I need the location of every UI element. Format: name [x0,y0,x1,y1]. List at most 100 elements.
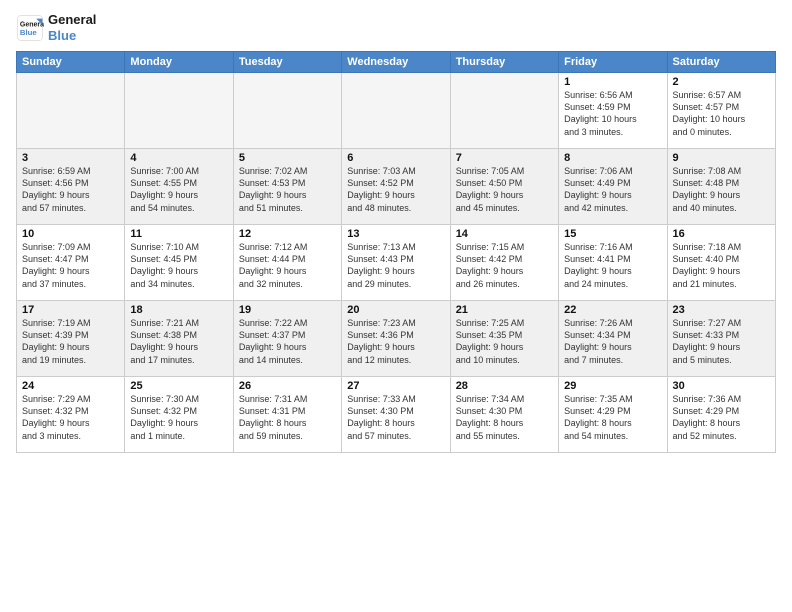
day-info: Sunrise: 6:59 AM Sunset: 4:56 PM Dayligh… [22,165,119,214]
calendar-day-cell: 22Sunrise: 7:26 AM Sunset: 4:34 PM Dayli… [559,301,667,377]
calendar-day-cell: 9Sunrise: 7:08 AM Sunset: 4:48 PM Daylig… [667,149,775,225]
calendar-day-cell [125,73,233,149]
day-info: Sunrise: 6:56 AM Sunset: 4:59 PM Dayligh… [564,89,661,138]
calendar-week-row: 3Sunrise: 6:59 AM Sunset: 4:56 PM Daylig… [17,149,776,225]
logo-icon: General Blue [16,14,44,42]
day-header-saturday: Saturday [667,52,775,73]
calendar-day-cell: 1Sunrise: 6:56 AM Sunset: 4:59 PM Daylig… [559,73,667,149]
page: General Blue General Blue SundayMondayTu… [0,0,792,612]
day-info: Sunrise: 7:36 AM Sunset: 4:29 PM Dayligh… [673,393,770,442]
day-number: 2 [673,76,770,88]
calendar-day-cell: 26Sunrise: 7:31 AM Sunset: 4:31 PM Dayli… [233,377,341,453]
calendar-day-cell: 13Sunrise: 7:13 AM Sunset: 4:43 PM Dayli… [342,225,450,301]
day-header-wednesday: Wednesday [342,52,450,73]
day-number: 9 [673,152,770,164]
day-info: Sunrise: 7:00 AM Sunset: 4:55 PM Dayligh… [130,165,227,214]
day-info: Sunrise: 7:06 AM Sunset: 4:49 PM Dayligh… [564,165,661,214]
day-number: 1 [564,76,661,88]
day-number: 28 [456,380,553,392]
header: General Blue General Blue [16,12,776,43]
calendar-day-cell: 20Sunrise: 7:23 AM Sunset: 4:36 PM Dayli… [342,301,450,377]
day-number: 20 [347,304,444,316]
calendar-day-cell: 7Sunrise: 7:05 AM Sunset: 4:50 PM Daylig… [450,149,558,225]
day-number: 21 [456,304,553,316]
day-number: 24 [22,380,119,392]
calendar-day-cell [342,73,450,149]
day-info: Sunrise: 7:15 AM Sunset: 4:42 PM Dayligh… [456,241,553,290]
calendar-day-cell: 18Sunrise: 7:21 AM Sunset: 4:38 PM Dayli… [125,301,233,377]
calendar-day-cell: 24Sunrise: 7:29 AM Sunset: 4:32 PM Dayli… [17,377,125,453]
calendar-day-cell: 17Sunrise: 7:19 AM Sunset: 4:39 PM Dayli… [17,301,125,377]
calendar-day-cell: 8Sunrise: 7:06 AM Sunset: 4:49 PM Daylig… [559,149,667,225]
calendar-day-cell: 4Sunrise: 7:00 AM Sunset: 4:55 PM Daylig… [125,149,233,225]
calendar-week-row: 10Sunrise: 7:09 AM Sunset: 4:47 PM Dayli… [17,225,776,301]
day-header-tuesday: Tuesday [233,52,341,73]
day-number: 11 [130,228,227,240]
day-info: Sunrise: 7:23 AM Sunset: 4:36 PM Dayligh… [347,317,444,366]
day-header-friday: Friday [559,52,667,73]
day-info: Sunrise: 7:35 AM Sunset: 4:29 PM Dayligh… [564,393,661,442]
calendar-day-cell: 6Sunrise: 7:03 AM Sunset: 4:52 PM Daylig… [342,149,450,225]
day-number: 10 [22,228,119,240]
day-info: Sunrise: 7:08 AM Sunset: 4:48 PM Dayligh… [673,165,770,214]
day-header-sunday: Sunday [17,52,125,73]
day-number: 25 [130,380,227,392]
calendar-day-cell: 25Sunrise: 7:30 AM Sunset: 4:32 PM Dayli… [125,377,233,453]
calendar-day-cell: 29Sunrise: 7:35 AM Sunset: 4:29 PM Dayli… [559,377,667,453]
day-info: Sunrise: 7:02 AM Sunset: 4:53 PM Dayligh… [239,165,336,214]
calendar-week-row: 24Sunrise: 7:29 AM Sunset: 4:32 PM Dayli… [17,377,776,453]
day-number: 8 [564,152,661,164]
day-info: Sunrise: 7:34 AM Sunset: 4:30 PM Dayligh… [456,393,553,442]
calendar-day-cell: 19Sunrise: 7:22 AM Sunset: 4:37 PM Dayli… [233,301,341,377]
day-number: 27 [347,380,444,392]
day-number: 13 [347,228,444,240]
calendar-week-row: 17Sunrise: 7:19 AM Sunset: 4:39 PM Dayli… [17,301,776,377]
calendar-day-cell [450,73,558,149]
calendar-day-cell: 15Sunrise: 7:16 AM Sunset: 4:41 PM Dayli… [559,225,667,301]
day-number: 4 [130,152,227,164]
day-info: Sunrise: 7:27 AM Sunset: 4:33 PM Dayligh… [673,317,770,366]
svg-text:Blue: Blue [20,28,38,37]
calendar-day-cell: 3Sunrise: 6:59 AM Sunset: 4:56 PM Daylig… [17,149,125,225]
calendar-table: SundayMondayTuesdayWednesdayThursdayFrid… [16,51,776,453]
day-header-monday: Monday [125,52,233,73]
day-info: Sunrise: 7:13 AM Sunset: 4:43 PM Dayligh… [347,241,444,290]
day-info: Sunrise: 7:12 AM Sunset: 4:44 PM Dayligh… [239,241,336,290]
logo-text: General Blue [48,12,96,43]
day-number: 15 [564,228,661,240]
day-number: 26 [239,380,336,392]
day-info: Sunrise: 7:31 AM Sunset: 4:31 PM Dayligh… [239,393,336,442]
day-number: 30 [673,380,770,392]
day-number: 7 [456,152,553,164]
calendar-week-row: 1Sunrise: 6:56 AM Sunset: 4:59 PM Daylig… [17,73,776,149]
day-info: Sunrise: 6:57 AM Sunset: 4:57 PM Dayligh… [673,89,770,138]
calendar-day-cell: 23Sunrise: 7:27 AM Sunset: 4:33 PM Dayli… [667,301,775,377]
day-info: Sunrise: 7:09 AM Sunset: 4:47 PM Dayligh… [22,241,119,290]
day-info: Sunrise: 7:22 AM Sunset: 4:37 PM Dayligh… [239,317,336,366]
day-number: 29 [564,380,661,392]
calendar-day-cell [233,73,341,149]
day-number: 12 [239,228,336,240]
day-number: 19 [239,304,336,316]
calendar-day-cell: 27Sunrise: 7:33 AM Sunset: 4:30 PM Dayli… [342,377,450,453]
calendar-day-cell: 28Sunrise: 7:34 AM Sunset: 4:30 PM Dayli… [450,377,558,453]
day-info: Sunrise: 7:10 AM Sunset: 4:45 PM Dayligh… [130,241,227,290]
day-info: Sunrise: 7:26 AM Sunset: 4:34 PM Dayligh… [564,317,661,366]
day-info: Sunrise: 7:21 AM Sunset: 4:38 PM Dayligh… [130,317,227,366]
calendar-day-cell [17,73,125,149]
day-info: Sunrise: 7:16 AM Sunset: 4:41 PM Dayligh… [564,241,661,290]
day-number: 23 [673,304,770,316]
day-info: Sunrise: 7:30 AM Sunset: 4:32 PM Dayligh… [130,393,227,442]
day-number: 18 [130,304,227,316]
day-info: Sunrise: 7:05 AM Sunset: 4:50 PM Dayligh… [456,165,553,214]
day-header-thursday: Thursday [450,52,558,73]
day-number: 17 [22,304,119,316]
calendar-day-cell: 10Sunrise: 7:09 AM Sunset: 4:47 PM Dayli… [17,225,125,301]
logo: General Blue General Blue [16,12,96,43]
day-number: 14 [456,228,553,240]
day-number: 16 [673,228,770,240]
day-info: Sunrise: 7:25 AM Sunset: 4:35 PM Dayligh… [456,317,553,366]
calendar-header-row: SundayMondayTuesdayWednesdayThursdayFrid… [17,52,776,73]
calendar-day-cell: 14Sunrise: 7:15 AM Sunset: 4:42 PM Dayli… [450,225,558,301]
calendar-day-cell: 30Sunrise: 7:36 AM Sunset: 4:29 PM Dayli… [667,377,775,453]
